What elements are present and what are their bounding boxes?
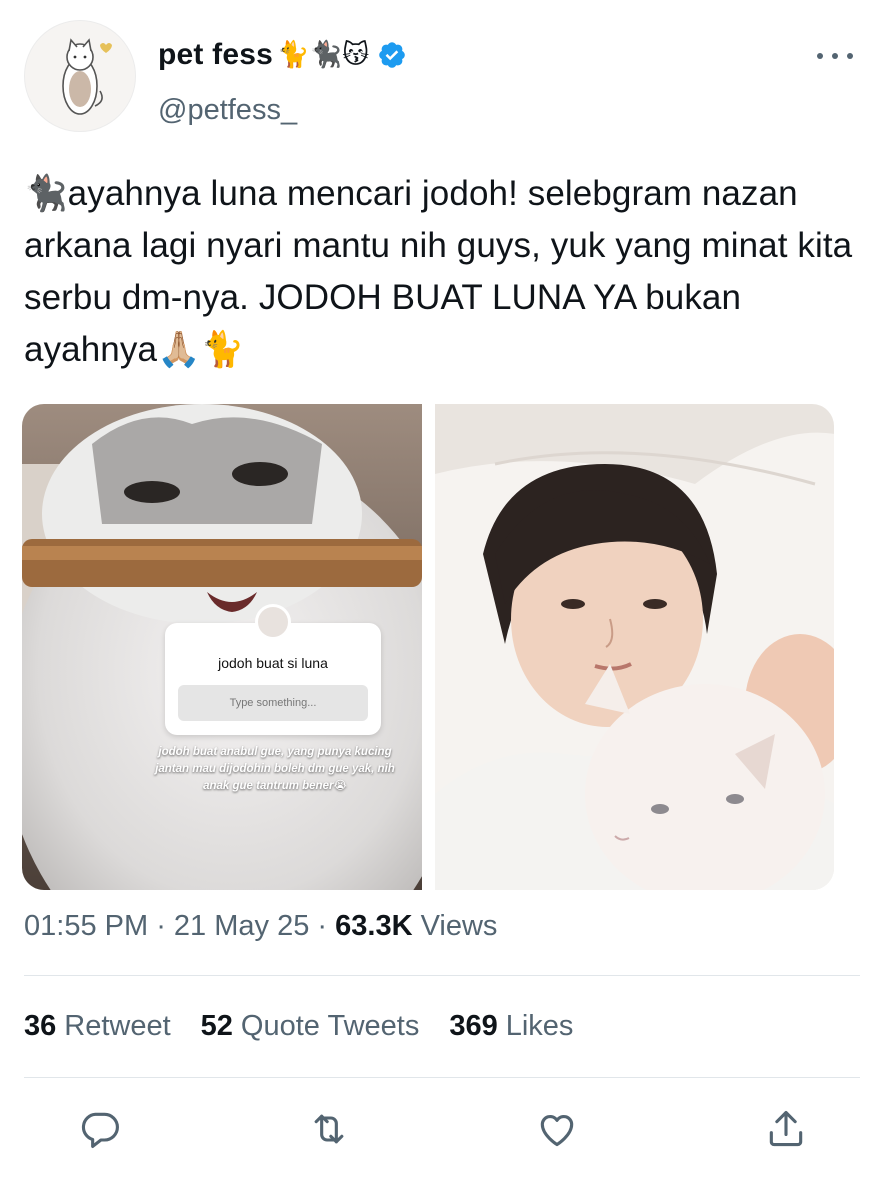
retweets-count: 36 (24, 1010, 57, 1042)
views-label: Views (420, 910, 498, 942)
views-count: 63.3K (335, 910, 413, 942)
quotes-label: Quote Tweets (240, 1010, 420, 1042)
quotes-stat[interactable]: 52 Quote Tweets (201, 1010, 420, 1043)
retweet-button[interactable] (307, 1107, 351, 1156)
tweet: pet fess 🐈🐈‍⬛😽 @petfess_ 🐈‍⬛ayahnya luna… (0, 0, 883, 1200)
tweet-stats: 36 Retweet 52 Quote Tweets 369 Likes (24, 1010, 573, 1043)
tweet-date[interactable]: 21 May 25 (174, 910, 309, 942)
likes-label: Likes (505, 1010, 574, 1042)
tweet-time[interactable]: 01:55 PM (24, 910, 148, 942)
divider (24, 975, 860, 976)
tweet-meta: 01:55 PM · 21 May 25 · 63.3K Views (24, 910, 497, 943)
avatar[interactable] (24, 20, 136, 132)
more-icon-dot (847, 53, 853, 59)
display-name[interactable]: pet fess (158, 38, 273, 72)
verified-badge-icon (379, 42, 406, 68)
tweet-text: 🐈‍⬛ayahnya luna mencari jodoh! selebgram… (24, 174, 853, 369)
meta-separator: · (317, 910, 336, 942)
more-button[interactable] (817, 44, 853, 68)
name-emojis: 🐈🐈‍⬛😽 (276, 40, 370, 70)
likes-count: 369 (449, 1010, 498, 1042)
more-icon (817, 53, 823, 59)
like-button[interactable] (535, 1107, 579, 1156)
cat-drawing-icon (62, 38, 112, 115)
tweet-actions (78, 1107, 808, 1155)
reply-button[interactable] (78, 1107, 122, 1156)
share-icon (769, 1110, 803, 1146)
like-icon (541, 1114, 574, 1146)
story-caption: jodoh buat anabul gue, yang punya kucing… (155, 746, 395, 792)
retweet-icon (314, 1114, 344, 1143)
reply-icon (81, 1112, 119, 1148)
question-sticker-input[interactable]: Type something... (178, 685, 368, 721)
story-avatar (255, 604, 291, 640)
media-image-cat-story[interactable]: jodoh buat si luna Type something... jod… (22, 404, 422, 890)
more-icon-dot (832, 53, 838, 59)
share-button[interactable] (764, 1107, 808, 1156)
retweets-stat[interactable]: 36 Retweet (24, 1010, 171, 1043)
retweets-label: Retweet (64, 1010, 171, 1042)
display-name-row[interactable]: pet fess 🐈🐈‍⬛😽 (158, 38, 407, 72)
likes-stat[interactable]: 369 Likes (449, 1010, 573, 1043)
divider (24, 1077, 860, 1078)
question-sticker-title: jodoh buat si luna (218, 655, 328, 671)
meta-separator: · (156, 910, 174, 942)
user-handle[interactable]: @petfess_ (158, 94, 297, 127)
media-image-man-cat[interactable] (434, 404, 834, 890)
quotes-count: 52 (200, 1010, 233, 1042)
man-with-cat-photo (434, 404, 834, 890)
media-grid: jodoh buat si luna Type something... jod… (22, 404, 834, 890)
